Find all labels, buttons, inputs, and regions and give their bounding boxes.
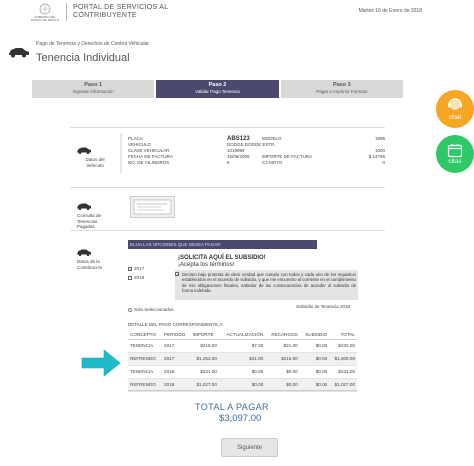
citas-button[interactable]: citas <box>436 135 474 173</box>
step-1: Paso 1 Ingresar Información <box>32 80 155 98</box>
vehicle-rule <box>120 133 122 173</box>
col-subsidio: SUBSIDIO <box>299 330 330 340</box>
table-row: TENENCIA 2018 $231.00 $0.00 $0.00 $0.00 … <box>128 365 357 379</box>
total-amount: $3,097.00 <box>219 413 262 424</box>
subsidy-box: ✓ Declaro bajo protesta de decir verdad … <box>175 270 358 300</box>
cylinders-label: NO. DE CILINDROS <box>128 160 170 165</box>
year-2017-checkbox[interactable]: ✓ <box>128 266 132 271</box>
step-2-title: Paso 2 <box>208 82 227 88</box>
cell-periodo: 2017 <box>162 352 191 366</box>
portal-title: PORTAL DE SERVICIOS AL CONTRIBUYENTE <box>73 4 168 19</box>
col-actualizacion: ACTUALIZACIÓN <box>218 330 266 340</box>
step-3: Paso 3 Pagar e Imprimir Formato <box>280 80 403 98</box>
cell-concepto: REFRENDO <box>128 352 163 366</box>
col-total: TOTAL <box>329 330 357 340</box>
cell-importe: $218.00 <box>190 339 219 353</box>
vehicle-labels-right: MODELO IMPORTE DE FACTURA C3 MOTO <box>262 136 322 166</box>
engine-label: C3 MOTO <box>262 160 283 165</box>
table-row: TENENCIA 2017 $218.00 $7.00 $21.00 $0.00… <box>128 339 357 353</box>
state-logo: GOBIERNO DEL ESTADO DE MÉXICO <box>30 2 60 24</box>
step-3-title: Paso 3 <box>332 82 351 88</box>
step-2: Paso 2 Validar Pago Tenencia <box>156 80 279 98</box>
table-row: REFRENDO 2017 $1,252.00 $41.00 $215.00 $… <box>128 352 357 366</box>
subsidy-terms: Declaro bajo protesta de decir verdad qu… <box>182 272 356 294</box>
consulta-label: Consulta de Tenencias Pagadas <box>77 213 102 229</box>
chat-button[interactable]: chat <box>436 90 474 128</box>
solo-seleccionados-option[interactable]: Solo Seleccionados <box>128 307 174 312</box>
cell-total: $232.00 <box>329 339 357 353</box>
payment-detail-table: CONCEPTO PERIODO IMPORTE ACTUALIZACIÓN R… <box>128 330 357 392</box>
breadcrumb: Pago de Tenencia y Derechos de Control V… <box>36 41 150 47</box>
year-2018-label: 2018 <box>134 275 145 280</box>
vehicle-values-right: 1996 1000 $ 14756 0 <box>345 136 385 166</box>
engine-value: 0 <box>382 160 385 165</box>
total-label: TOTAL A PAGAR <box>195 402 269 412</box>
contribution-label: Datos de la Contribución <box>77 259 103 270</box>
cell-subsidio: $0.00 <box>299 365 330 379</box>
consulta-thumbnail[interactable] <box>130 196 175 218</box>
cell-recargos: $21.00 <box>265 339 300 353</box>
cell-periodo: 2018 <box>162 365 191 379</box>
col-periodo: PERIODO <box>162 330 191 340</box>
next-button[interactable]: Siguiente <box>221 438 278 457</box>
step-progress: Paso 1 Ingresar Información Paso 2 Valid… <box>32 80 403 98</box>
cell-total: $231.00 <box>329 365 357 379</box>
cell-subsidio: $0.00 <box>299 339 330 353</box>
subsidy-caption: Subsidio de Tenencia 2018 <box>296 304 350 309</box>
calendar-icon <box>447 144 463 158</box>
vehicle-section-label: Datos del Vehículo <box>85 157 105 168</box>
step-1-title: Paso 1 <box>84 82 103 88</box>
cell-actualizacion: $7.00 <box>218 339 266 353</box>
arrow-right-icon <box>80 347 122 384</box>
chat-agent-icon <box>448 97 462 110</box>
cell-recargos: $215.00 <box>265 352 300 366</box>
col-recargos: RECARGOS <box>265 330 300 340</box>
cell-periodo: 2017 <box>162 339 191 353</box>
pay-options-bar: ELIJA LAS OPCIONES QUE DESEA PAGAR <box>128 240 317 249</box>
year-2017-option[interactable]: ✓ 2017 <box>128 266 144 271</box>
section-divider-3 <box>70 230 385 231</box>
cell-concepto: TENENCIA <box>128 365 163 379</box>
citas-label: citas <box>448 158 462 165</box>
page-title: Tenencia Individual <box>36 52 130 64</box>
cell-actualizacion: $0.00 <box>218 365 266 379</box>
subsidy-accept: ¡Acepta los términos! <box>178 262 235 268</box>
logo-text: GOBIERNO DEL ESTADO DE MÉXICO <box>31 15 59 22</box>
vehicle-labels: PLACA VEHICULO CLAVE VEHICULAR FECHA DE … <box>128 136 228 166</box>
cell-recargos: $0.00 <box>265 365 300 379</box>
cell-total: $1,508.00 <box>329 352 357 366</box>
col-concepto: CONCEPTO <box>128 330 163 340</box>
chat-label: chat <box>448 113 462 121</box>
year-2018-checkbox[interactable] <box>128 275 132 280</box>
col-importe: IMPORTE <box>190 330 219 340</box>
header-divider <box>66 3 67 21</box>
current-date: Martes 16 de Enero de 2018 <box>358 8 422 14</box>
car-icon <box>8 45 30 58</box>
subsidy-checkbox[interactable]: ✓ <box>175 272 179 277</box>
portal-title-line1: PORTAL DE SERVICIOS AL <box>73 4 169 11</box>
year-2017-label: 2017 <box>134 266 145 271</box>
step-3-desc: Pagar e Imprimir Formato <box>316 89 368 94</box>
subsidy-title: ¡SOLICITA AQUÍ EL SUBSIDIO! ¡Acepta los … <box>178 255 266 269</box>
cell-actualizacion: $41.00 <box>218 352 266 366</box>
section-divider <box>70 127 385 128</box>
cell-subsidio: $0.00 <box>299 352 330 366</box>
solo-seleccionados-label: Solo Seleccionados <box>134 307 174 312</box>
step-1-desc: Ingresar Información <box>72 89 114 94</box>
cell-importe: $231.00 <box>190 365 219 379</box>
year-2018-option[interactable]: 2018 <box>128 275 144 280</box>
cell-concepto: TENENCIA <box>128 339 163 353</box>
portal-title-line2: CONTRIBUYENTE <box>73 11 137 19</box>
section-divider-2 <box>70 187 385 188</box>
solo-seleccionados-radio[interactable] <box>128 307 132 312</box>
subsidy-heading: ¡SOLICITA AQUÍ EL SUBSIDIO! <box>178 255 266 261</box>
step-2-desc: Validar Pago Tenencia <box>195 89 240 94</box>
cell-importe: $1,252.00 <box>190 352 219 366</box>
table-header-row: CONCEPTO PERIODO IMPORTE ACTUALIZACIÓN R… <box>128 330 357 340</box>
detail-title: DETALLE DEL PAGO CORRESPONDIENTE A: <box>128 322 224 327</box>
table-bottom-rule <box>128 390 357 391</box>
